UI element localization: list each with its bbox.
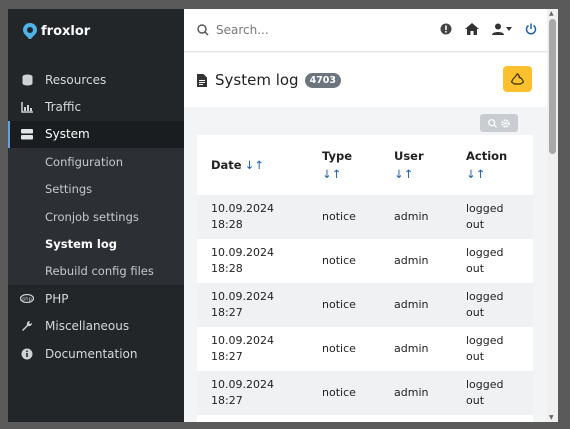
power-icon[interactable] — [525, 23, 537, 35]
chart-icon — [20, 100, 34, 114]
sidebar-subitem-cronjob-settings[interactable]: Cronjob settings — [8, 203, 184, 230]
cell-user: admin — [394, 386, 429, 399]
cell-date: 10.09.2024 18:27 — [211, 334, 274, 363]
cell-action: logged out — [466, 246, 504, 275]
cell-user: admin — [394, 342, 429, 355]
sidebar-subitem-rebuild-config[interactable]: Rebuild config files — [8, 258, 184, 285]
sidebar-nav: Resources Traffic System Configuration S… — [8, 66, 184, 367]
table-row: 10.09.2024 18:28 notice admin logged out — [197, 239, 533, 283]
top-icons — [440, 23, 537, 35]
page-title: System log 4703 — [197, 71, 342, 89]
log-table-card: Date ↓↑ Type ↓↑ User ↓↑ Action ↓↑ 10.09.2024… — [197, 135, 533, 422]
sort-arrows-icon[interactable]: ↓↑ — [322, 167, 380, 181]
page-title-text: System log — [215, 71, 299, 89]
cell-user: admin — [394, 254, 429, 267]
table-tools — [480, 114, 518, 132]
cell-action: logged out — [466, 290, 504, 319]
php-icon: php — [20, 292, 34, 306]
count-badge: 4703 — [304, 72, 342, 88]
search-box — [197, 23, 396, 37]
column-label: Type — [322, 149, 353, 163]
cell-user: admin — [394, 298, 429, 311]
sidebar-subitem-configuration[interactable]: Configuration — [8, 148, 184, 175]
cell-date: 10.09.2024 18:28 — [211, 246, 274, 275]
table-row: 10.09.2024 18:27 notice admin logged out — [197, 283, 533, 327]
sidebar-item-resources[interactable]: Resources — [8, 66, 184, 93]
table-row: 10.09.2024 18:27 notice admin logged out — [197, 371, 533, 415]
sidebar-subitem-system-log[interactable]: System log — [8, 230, 184, 257]
search-icon — [197, 24, 209, 36]
column-label: User — [394, 149, 424, 163]
svg-text:php: php — [22, 297, 32, 303]
sidebar-item-label: System — [45, 127, 90, 142]
sort-arrows-icon[interactable]: ↓↑ — [245, 158, 264, 172]
chevron-down-icon — [506, 27, 512, 31]
cell-date: 10.09.2024 18:27 — [211, 378, 274, 407]
home-icon[interactable] — [465, 23, 479, 35]
sidebar-item-traffic[interactable]: Traffic — [8, 93, 184, 120]
column-label: Action — [466, 149, 508, 163]
column-header-user[interactable]: User ↓↑ — [380, 135, 452, 195]
vertical-scrollbar[interactable]: ▲ ▼ — [547, 9, 558, 422]
sidebar-item-label: Traffic — [45, 100, 82, 115]
cell-action: logged out — [466, 378, 504, 407]
search-input[interactable] — [216, 23, 396, 37]
sidebar-item-label: Resources — [45, 72, 107, 87]
search-icon[interactable] — [488, 118, 497, 128]
sidebar-subitem-settings[interactable]: Settings — [8, 176, 184, 203]
database-icon — [20, 73, 34, 87]
system-submenu: Configuration Settings Cronjob settings … — [8, 148, 184, 286]
app-window: froxlor Resources Traffic System Configu… — [8, 9, 558, 422]
info-icon — [20, 347, 34, 361]
truncate-log-button[interactable] — [503, 66, 532, 92]
page-header: System log 4703 — [184, 53, 547, 107]
cell-type: notice — [322, 254, 356, 267]
cell-type: notice — [322, 386, 356, 399]
table-row: 10.09.2024 18:28 notice admin logged out — [197, 195, 533, 239]
brand-logo[interactable]: froxlor — [22, 22, 90, 40]
sidebar-item-system[interactable]: System — [8, 120, 184, 149]
table-row: 10.09.2024 18:27 notice admin logged out — [197, 327, 533, 371]
wrench-icon — [20, 319, 34, 333]
sidebar-item-php[interactable]: php PHP — [8, 285, 184, 312]
brand-name: froxlor — [41, 23, 91, 39]
server-icon — [20, 127, 34, 141]
cell-action: logged out — [466, 334, 504, 363]
sort-arrows-icon[interactable]: ↓↑ — [466, 167, 533, 181]
scroll-up-arrow-icon[interactable]: ▲ — [549, 10, 554, 17]
cell-type: notice — [322, 298, 356, 311]
gear-icon[interactable] — [501, 118, 510, 128]
alert-icon[interactable] — [440, 23, 452, 35]
cell-user: admin — [394, 210, 429, 223]
cell-date: 10.09.2024 18:27 — [211, 290, 274, 319]
user-icon — [492, 23, 504, 35]
sidebar-item-documentation[interactable]: Documentation — [8, 340, 184, 367]
froxlor-logo-icon — [23, 23, 37, 39]
cell-date: 10.09.2024 18:28 — [211, 202, 274, 231]
column-header-date[interactable]: Date ↓↑ — [197, 135, 308, 195]
column-header-type[interactable]: Type ↓↑ — [308, 135, 380, 195]
scroll-thumb[interactable] — [549, 19, 556, 154]
sidebar-item-label: Miscellaneous — [45, 319, 130, 334]
top-bar — [184, 9, 547, 52]
sidebar-item-label: PHP — [45, 291, 69, 306]
log-table: Date ↓↑ Type ↓↑ User ↓↑ Action ↓↑ 10.09.2024… — [197, 135, 533, 415]
cell-type: notice — [322, 342, 356, 355]
file-text-icon — [197, 73, 207, 87]
column-header-action[interactable]: Action ↓↑ — [452, 135, 533, 195]
sidebar-item-label: Documentation — [45, 346, 138, 361]
user-menu[interactable] — [492, 23, 512, 35]
recycle-icon — [511, 73, 524, 85]
cell-type: notice — [322, 210, 356, 223]
column-label: Date — [211, 158, 242, 172]
cell-action: logged out — [466, 202, 504, 231]
sidebar-item-miscellaneous[interactable]: Miscellaneous — [8, 313, 184, 340]
sidebar: froxlor Resources Traffic System Configu… — [8, 9, 184, 422]
scroll-down-arrow-icon[interactable]: ▼ — [549, 414, 554, 421]
sort-arrows-icon[interactable]: ↓↑ — [394, 167, 452, 181]
